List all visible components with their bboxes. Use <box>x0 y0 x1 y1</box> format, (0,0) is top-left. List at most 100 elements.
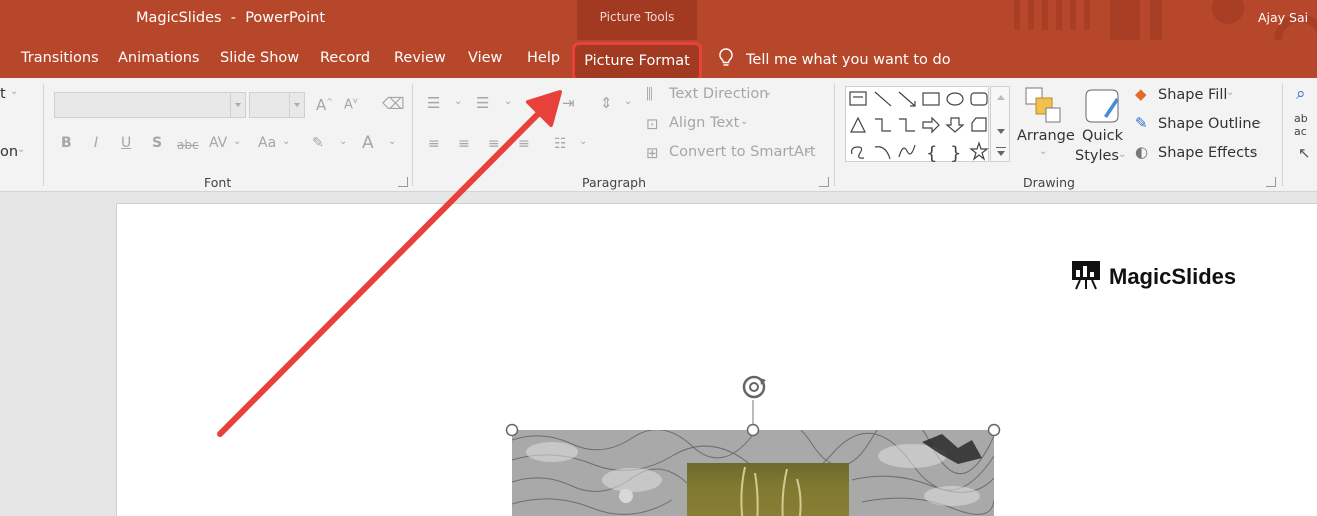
tell-me-search[interactable]: Tell me what you want to do <box>718 48 951 68</box>
arrange-icon <box>1025 87 1061 123</box>
group-separator <box>1282 84 1283 186</box>
align-center-icon[interactable]: ≡ <box>458 136 470 152</box>
presentation-board-icon <box>1072 261 1100 290</box>
select-cursor-icon[interactable]: ↖ <box>1298 144 1311 162</box>
slide-canvas[interactable]: MagicSlides <box>116 203 1317 516</box>
bullets-icon[interactable]: ☰ <box>427 94 440 112</box>
increase-indent-icon[interactable]: ⇥ <box>562 94 575 112</box>
align-text-button[interactable]: Align Text <box>669 115 739 131</box>
strikethrough-button[interactable]: abc <box>177 138 199 152</box>
left-partial-bottom[interactable]: on <box>0 144 18 160</box>
chevron-down-icon: ⌄ <box>764 87 773 98</box>
picture-tools-context-label: Picture Tools <box>577 0 697 40</box>
paint-bucket-icon: ◆ <box>1135 85 1147 103</box>
search-icon[interactable]: ⌕ <box>1296 84 1306 104</box>
bold-button[interactable]: B <box>61 135 72 151</box>
chevron-down-icon <box>289 93 304 117</box>
clear-formatting-icon[interactable]: ⌫ <box>382 94 405 113</box>
window-title: MagicSlides - PowerPoint <box>136 10 326 26</box>
tab-help[interactable]: Help <box>527 50 560 66</box>
chevron-down-icon: ⌄ <box>1226 87 1235 98</box>
decrease-indent-icon[interactable]: ⇤ <box>532 94 545 112</box>
font-group-label: Font <box>204 175 232 190</box>
shape-outline-button[interactable]: Shape Outline <box>1158 116 1260 132</box>
chevron-down-icon <box>997 151 1005 156</box>
grow-font-icon[interactable]: A^ <box>316 96 333 114</box>
replace-icon[interactable]: ab ac <box>1294 112 1308 138</box>
tell-me-text: Tell me what you want to do <box>746 52 951 68</box>
line-spacing-icon[interactable]: ⇕ <box>600 94 613 112</box>
text-direction-icon: ⫼ <box>646 85 653 103</box>
font-color-button[interactable]: A <box>362 133 374 153</box>
inner-photo <box>687 463 849 516</box>
arrange-button[interactable]: Arrange <box>1017 128 1075 144</box>
convert-smartart-button[interactable]: Convert to SmartArt <box>669 144 816 160</box>
left-partial-top[interactable]: t <box>0 86 6 102</box>
group-separator <box>412 84 413 186</box>
tab-record[interactable]: Record <box>320 50 370 66</box>
svg-text:}: } <box>950 143 961 163</box>
justify-icon[interactable]: ≡ <box>518 136 530 152</box>
tab-picture-format[interactable]: Picture Format <box>572 42 702 82</box>
numbering-icon[interactable]: ☰ <box>476 94 489 112</box>
dialog-launcher-icon[interactable] <box>819 177 829 187</box>
shapes-gallery[interactable]: { } <box>845 86 989 164</box>
tab-view[interactable]: View <box>468 50 502 66</box>
change-case-button[interactable]: Aa <box>258 135 276 151</box>
more-shapes-icon[interactable] <box>996 147 1006 148</box>
brand-text: MagicSlides <box>1109 264 1237 289</box>
slide-brand-logo: MagicSlides <box>1071 260 1236 290</box>
smartart-icon: ⊞ <box>646 144 659 162</box>
slide-workspace: MagicSlides <box>0 192 1317 516</box>
selected-picture[interactable] <box>512 430 994 516</box>
quick-styles-line1[interactable]: Quick <box>1082 128 1123 144</box>
tab-animations[interactable]: Animations <box>118 50 199 66</box>
font-size-combo[interactable] <box>249 92 305 118</box>
chevron-down-icon: ⌄ <box>624 96 633 107</box>
text-direction-button[interactable]: Text Direction <box>669 86 768 102</box>
scroll-down-icon[interactable] <box>997 129 1005 134</box>
scroll-up-icon[interactable] <box>997 95 1005 100</box>
chevron-down-icon: ⌄ <box>388 136 397 147</box>
chevron-down-icon: ⌄ <box>10 86 19 97</box>
tab-slide-show[interactable]: Slide Show <box>220 50 299 66</box>
dialog-launcher-icon[interactable] <box>398 177 408 187</box>
drawing-group-label: Drawing <box>1023 175 1075 190</box>
font-name-combo[interactable] <box>54 92 246 118</box>
highlight-color-icon[interactable]: ✎ <box>312 135 324 151</box>
italic-button[interactable]: I <box>94 135 98 151</box>
chevron-down-icon: ⌄ <box>282 136 291 147</box>
account-name[interactable]: Ajay Sai <box>1258 10 1308 25</box>
chevron-down-icon: ⌄ <box>1118 149 1127 160</box>
quick-styles-icon <box>1085 89 1119 123</box>
align-right-icon[interactable]: ≡ <box>488 136 500 152</box>
chevron-down-icon: ⌄ <box>1255 116 1264 127</box>
chevron-down-icon: ⌄ <box>804 145 813 156</box>
dialog-launcher-icon[interactable] <box>1266 177 1276 187</box>
shapes-gallery-icons: { } <box>849 91 989 164</box>
tab-transitions[interactable]: Transitions <box>21 50 99 66</box>
shape-fill-button[interactable]: Shape Fill <box>1158 87 1227 103</box>
chevron-down-icon: ⌄ <box>1250 145 1259 156</box>
chevron-down-icon: ⌄ <box>454 96 463 107</box>
group-separator <box>834 84 835 186</box>
chevron-down-icon: ⌄ <box>740 116 749 127</box>
chevron-down-icon: ⌄ <box>504 96 513 107</box>
chevron-down-icon: ⌄ <box>339 136 348 147</box>
pen-outline-icon: ✎ <box>1135 114 1148 132</box>
character-spacing-button[interactable]: AV <box>209 135 227 151</box>
shrink-font-icon[interactable]: Av <box>344 96 358 112</box>
ribbon: t ⌄ on ⌄ A^ Av ⌫ B I U S abc AV ⌄ Aa ⌄ ✎… <box>0 78 1317 192</box>
align-left-icon[interactable]: ≡ <box>428 136 440 152</box>
chevron-down-icon <box>230 93 245 117</box>
title-bar: MagicSlides - PowerPoint Picture Tools A… <box>0 0 1317 40</box>
tab-review[interactable]: Review <box>394 50 446 66</box>
quick-styles-line2[interactable]: Styles <box>1075 148 1119 164</box>
gallery-scrollbar[interactable] <box>990 86 1010 162</box>
underline-button[interactable]: U <box>121 135 131 151</box>
chevron-down-icon: ⌄ <box>233 136 242 147</box>
columns-icon[interactable]: ☷ <box>554 136 567 152</box>
shadow-button[interactable]: S <box>152 135 162 151</box>
ribbon-tab-bar: Transitions Animations Slide Show Record… <box>0 40 1317 82</box>
shape-effects-button[interactable]: Shape Effects <box>1158 145 1257 161</box>
